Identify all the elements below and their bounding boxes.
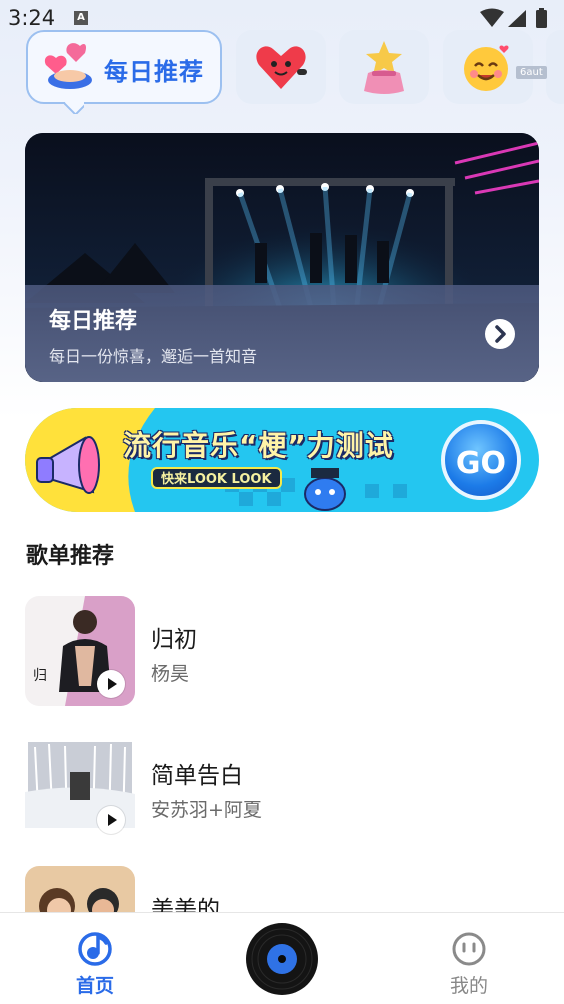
play-icon[interactable] [97,670,125,698]
debug-badge: 6aut [516,66,547,79]
now-playing-disc[interactable] [246,923,318,995]
featured-subtitle: 每日一份惊喜，邂逅一首知音 [49,347,258,366]
category-daily-recommend[interactable]: 每日推荐 [26,30,222,104]
battery-icon [536,10,547,28]
notification-icon: A [74,11,88,25]
list-item[interactable]: 归 归初 杨昊 [25,596,539,706]
album-cover[interactable] [25,866,135,912]
song-title: 美美的 [151,897,220,912]
category-main-label: 每日推荐 [104,58,204,86]
song-artist: 杨昊 [151,663,190,685]
song-title: 归初 [151,627,197,653]
banner-title: 流行音乐“梗”力测试 [123,429,394,462]
album-cover-image [25,866,135,912]
featured-title: 每日推荐 [49,309,138,334]
song-artist: 安苏羽+阿夏 [151,799,262,821]
star-bag-icon [364,41,404,94]
heart-hand-icon [44,43,92,89]
list-item[interactable]: 简单告白 安苏羽+阿夏 [25,732,539,842]
go-label: GO [455,446,507,481]
nav-mine-label: 我的 [449,975,488,997]
play-icon[interactable] [97,806,125,834]
svg-text:归: 归 [33,667,47,684]
nav-mine[interactable]: 我的 [434,929,504,999]
nav-home-label: 首页 [75,975,114,997]
blue-mascot-icon [304,468,346,511]
list-item[interactable]: 美美的 [25,866,539,912]
smiling-face-icon [464,45,509,91]
music-note-icon [78,932,112,966]
album-cover[interactable] [25,732,135,842]
category-row: 每日推荐 6aut [0,28,564,108]
heart-character-icon [256,46,307,89]
go-button[interactable]: GO [441,420,521,500]
featured-card[interactable]: 每日推荐 每日一份惊喜，邂逅一首知音 [25,133,539,382]
album-cover[interactable]: 归 [25,596,135,706]
signal-battery-icons [480,8,547,28]
cellular-icon [508,10,526,27]
category-tile-star-bag[interactable] [339,30,429,104]
song-title: 简单告白 [151,763,243,789]
nav-home[interactable]: 首页 [60,929,130,999]
banner-pill: 快来LOOK LOOK [151,467,282,489]
category-tile-partial[interactable] [546,30,564,104]
vinyl-disc-icon [246,923,318,995]
profile-face-icon [452,932,486,966]
section-title: 歌单推荐 [26,544,115,569]
chevron-right-icon[interactable] [485,319,515,349]
wifi-icon [480,8,504,27]
quiz-banner[interactable]: 流行音乐“梗”力测试 快来LOOK LOOK GO [25,408,539,512]
category-tile-heart[interactable] [236,30,326,104]
status-time: 3:24 [8,6,56,30]
bottom-nav: 首页 我的 [0,912,564,1004]
